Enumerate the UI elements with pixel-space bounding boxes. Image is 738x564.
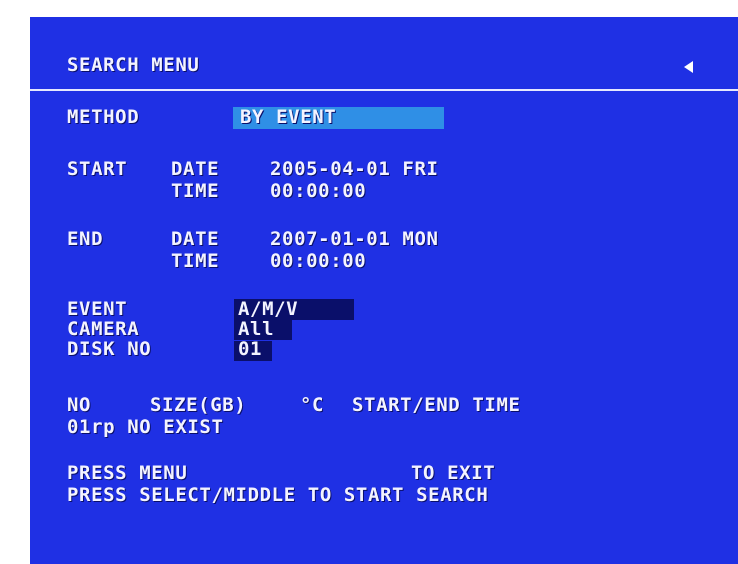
left-triangle-icon[interactable] <box>684 61 693 73</box>
start-time-label: TIME <box>171 180 220 202</box>
table-row[interactable]: 01rp NO EXIST <box>67 416 224 438</box>
camera-value[interactable]: All <box>238 318 274 340</box>
page-title: SEARCH MENU <box>67 54 200 76</box>
column-header-size: SIZE(GB) <box>150 394 247 416</box>
footer-press-select-instruction: PRESS SELECT/MIDDLE TO START SEARCH <box>67 484 489 506</box>
column-header-no: NO <box>67 394 92 416</box>
method-label: METHOD <box>67 106 140 128</box>
event-label: EVENT <box>67 298 128 320</box>
start-date-label: DATE <box>171 158 220 180</box>
start-date-value[interactable]: 2005-04-01 FRI <box>270 158 439 180</box>
event-value[interactable]: A/M/V <box>238 298 298 320</box>
end-time-value[interactable]: 00:00:00 <box>270 250 366 272</box>
column-header-temperature: °C <box>300 394 325 416</box>
disk-no-label: DISK NO <box>67 338 152 360</box>
end-time-label: TIME <box>171 250 220 272</box>
start-label: START <box>67 158 128 180</box>
header-divider <box>30 89 738 91</box>
disk-no-value[interactable]: 01 <box>238 338 262 360</box>
method-value[interactable]: BY EVENT <box>240 106 336 128</box>
start-time-value[interactable]: 00:00:00 <box>270 180 366 202</box>
end-label: END <box>67 228 104 250</box>
end-date-value[interactable]: 2007-01-01 MON <box>270 228 439 250</box>
camera-label: CAMERA <box>67 318 140 340</box>
column-header-start-end-time: START/END TIME <box>352 394 521 416</box>
footer-press-menu: PRESS MENU <box>67 462 188 484</box>
footer-to-exit: TO EXIT <box>411 462 496 484</box>
end-date-label: DATE <box>171 228 220 250</box>
